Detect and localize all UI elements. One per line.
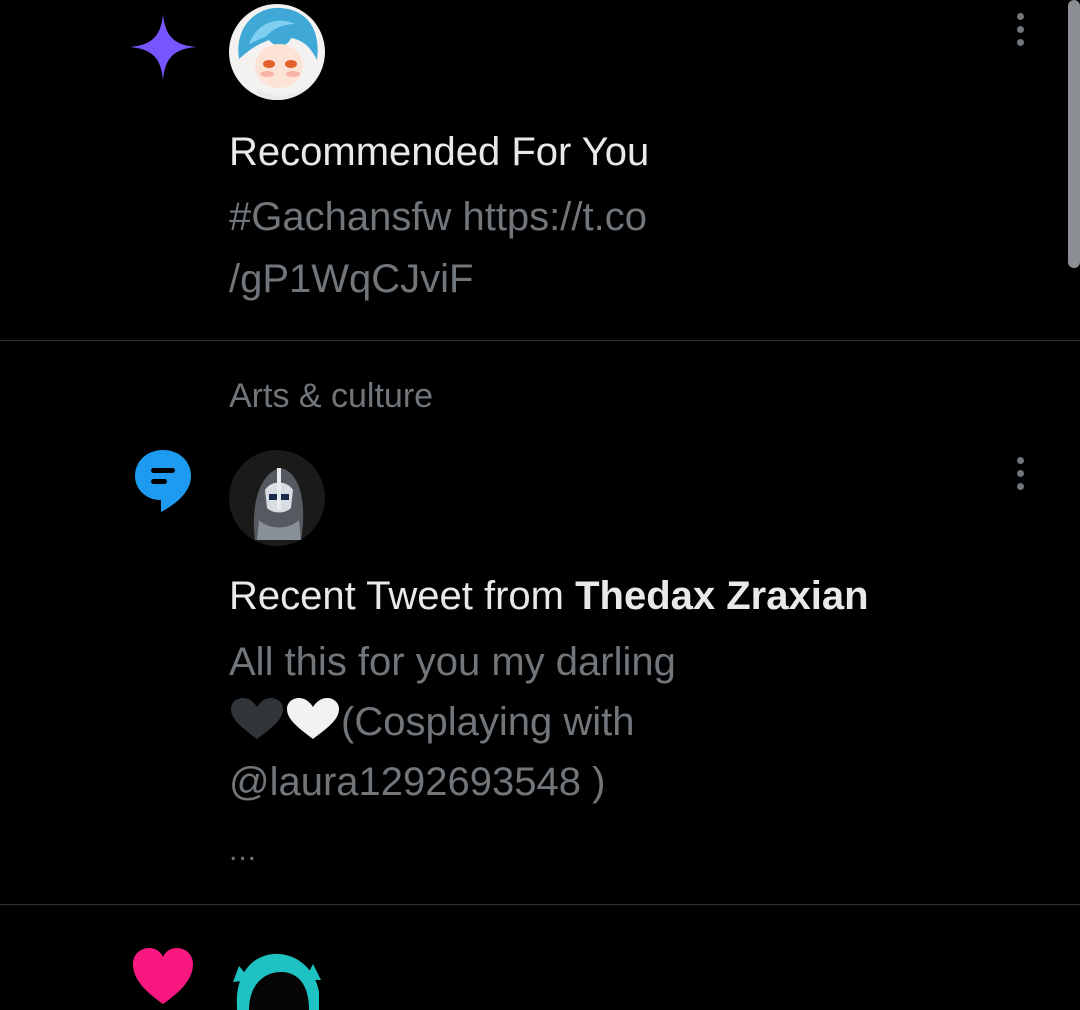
- truncation-ellipsis: ...: [229, 834, 258, 867]
- notification-body-text: (Cosplaying with: [341, 700, 635, 744]
- notification-body: #Gachansfw https://t.co /gP1WqCJviF: [229, 186, 789, 310]
- dot-icon: [1016, 38, 1024, 46]
- notification-category: Arts & culture: [229, 377, 434, 415]
- avatar[interactable]: [229, 946, 325, 1010]
- author-name[interactable]: Thedax Zraxian: [575, 574, 868, 618]
- notification-body-line: All this for you my darling: [229, 640, 676, 684]
- notification-body-line[interactable]: @laura1292693548 ): [229, 752, 789, 812]
- notification-body: All this for you my darling (Cosplaying …: [229, 632, 789, 812]
- dot-icon: [1016, 25, 1024, 33]
- avatar[interactable]: [229, 450, 325, 546]
- scrollbar[interactable]: [1068, 0, 1080, 268]
- more-options-button[interactable]: [1000, 4, 1040, 54]
- notifications-page: Recommended For You #Gachansfw https://t…: [0, 0, 1080, 1010]
- notification-headline: Recent Tweet from Thedax Zraxian: [229, 572, 1009, 620]
- heart-icon: [133, 948, 193, 1004]
- notification-body-line: (Cosplaying with: [229, 692, 789, 752]
- divider: [0, 904, 1080, 905]
- dot-icon: [1016, 12, 1024, 20]
- headline-prefix: Recent Tweet from: [229, 574, 576, 618]
- dot-icon: [1016, 456, 1024, 464]
- black-heart-icon: [231, 698, 283, 739]
- tweet-bubble-icon: [135, 450, 191, 512]
- dot-icon: [1016, 482, 1024, 490]
- notification-body-line[interactable]: /gP1WqCJviF: [229, 248, 789, 310]
- divider: [0, 340, 1080, 341]
- more-options-button[interactable]: [1000, 448, 1040, 498]
- notification-headline: Recommended For You: [229, 130, 650, 174]
- dot-icon: [1016, 469, 1024, 477]
- sparkle-icon: [130, 14, 196, 80]
- notification-body-line[interactable]: #Gachansfw https://t.co: [229, 186, 789, 248]
- avatar[interactable]: [229, 4, 325, 100]
- white-heart-icon: [287, 698, 339, 739]
